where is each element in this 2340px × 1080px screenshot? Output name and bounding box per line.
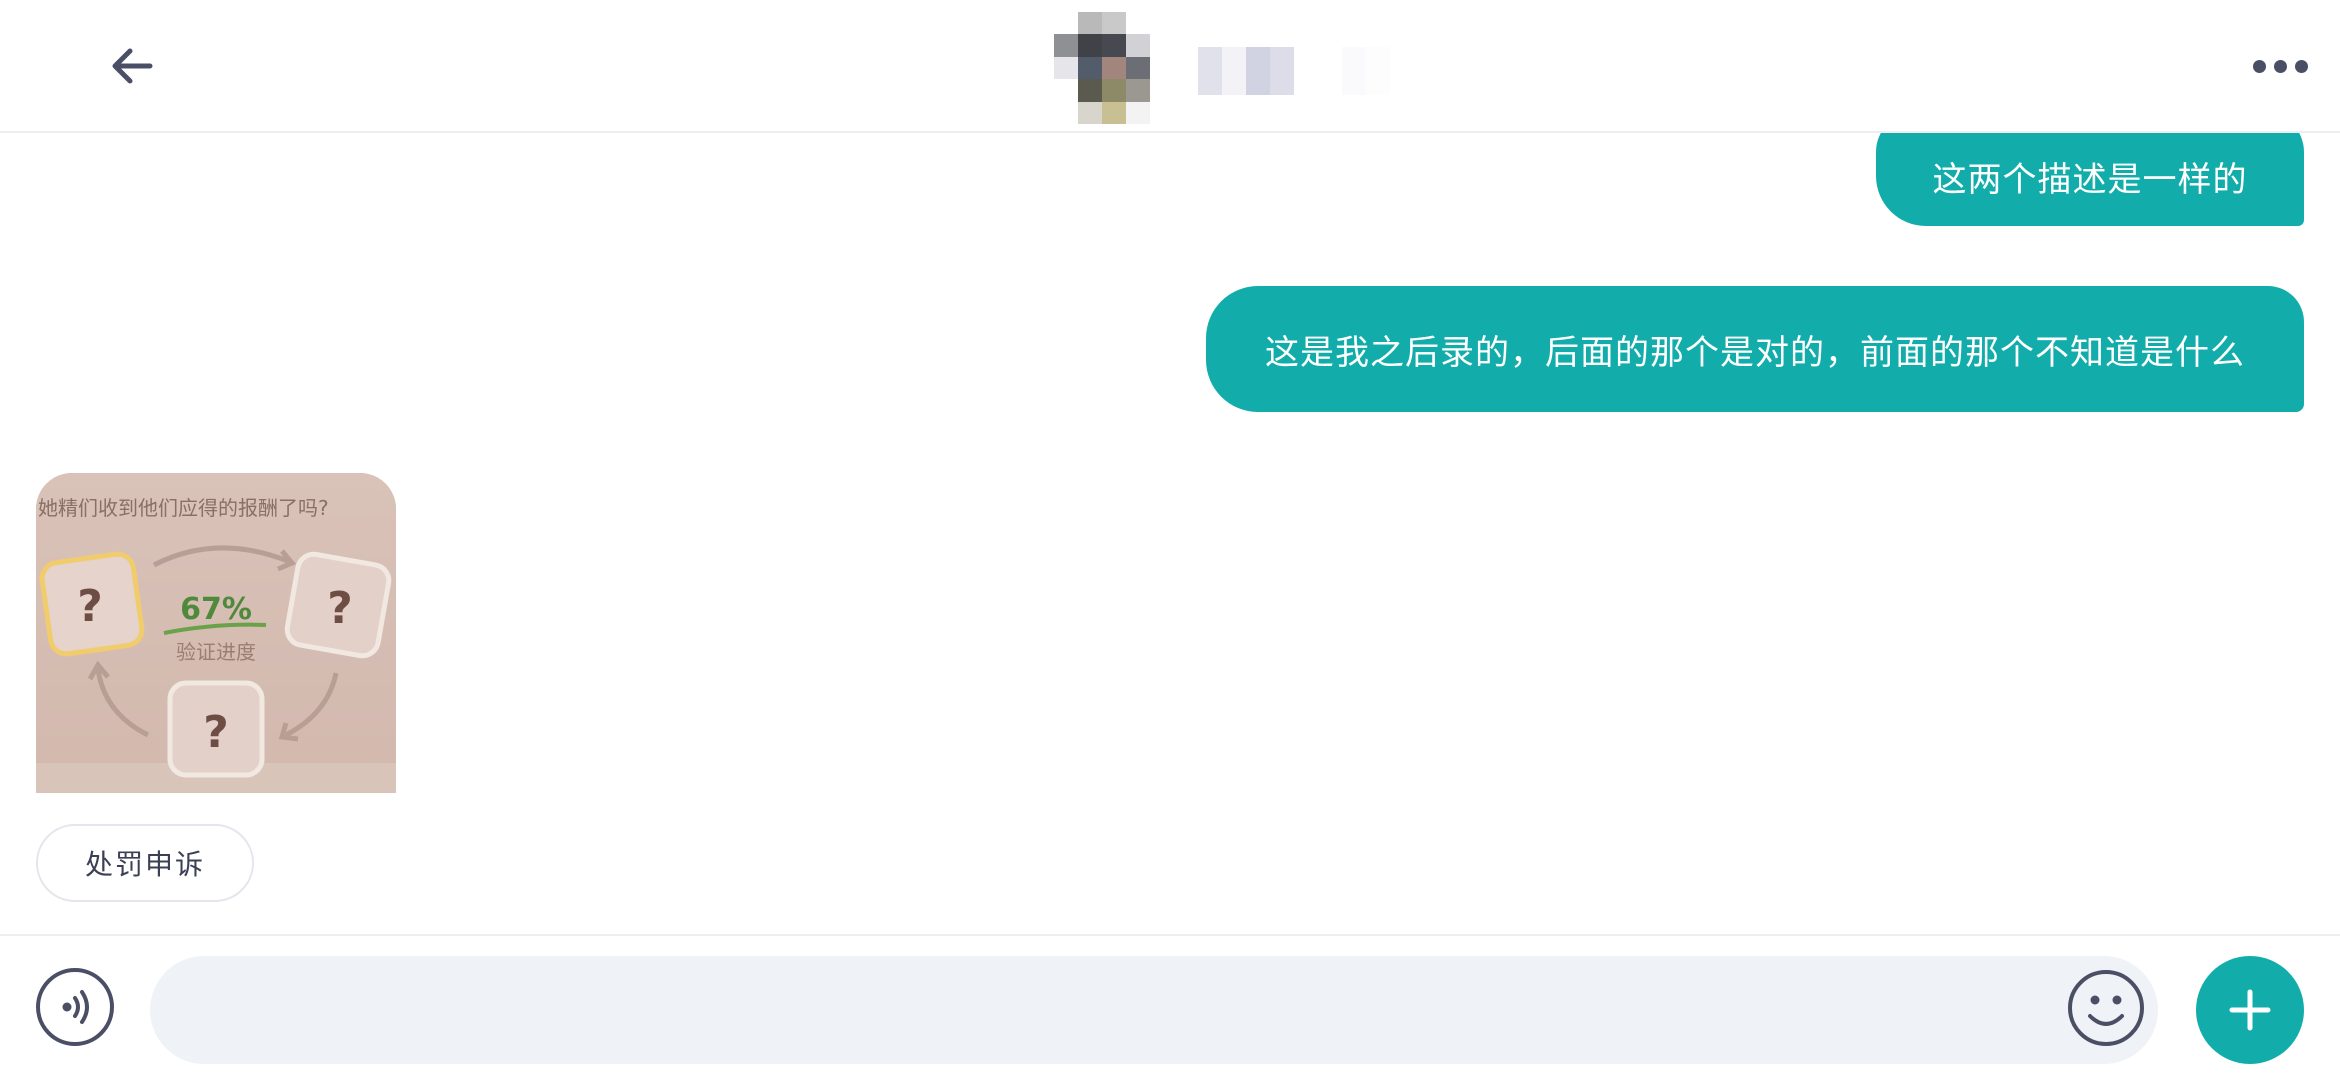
voice-icon	[62, 990, 89, 1024]
svg-text:?: ?	[327, 583, 353, 634]
penalty-appeal-button[interactable]: 处罚申诉	[36, 824, 254, 902]
add-attachment-button[interactable]	[2196, 956, 2304, 1064]
verification-progress-image: 她精们收到他们应得的报酬了吗? ? ? ? 67% 验证进度	[36, 473, 396, 793]
contact-name[interactable]	[1198, 46, 1518, 96]
incoming-image-message[interactable]: 她精们收到他们应得的报酬了吗? ? ? ? 67% 验证进度	[36, 473, 396, 793]
more-options-button[interactable]	[2240, 36, 2320, 96]
blurred-name	[1198, 47, 1390, 95]
image-progress-label: 验证进度	[176, 640, 256, 664]
more-horizontal-icon	[2252, 59, 2266, 73]
chat-header	[0, 0, 2340, 133]
message-input[interactable]	[150, 956, 2158, 1064]
question-card: ?	[167, 680, 265, 778]
more-horizontal-icon	[2294, 59, 2308, 73]
chat-screen: 这两个描述是一样的 这是我之后录的，后面的那个是对的，前面的那个不知道是什么 她…	[0, 0, 2340, 1080]
message-input-bar	[0, 934, 2340, 1080]
back-button[interactable]	[96, 30, 168, 102]
arrow-left-icon	[112, 48, 153, 84]
contact-avatar[interactable]	[1054, 12, 1150, 124]
smiley-icon	[2068, 970, 2144, 1046]
svg-text:?: ?	[77, 581, 103, 632]
plus-icon	[2229, 989, 2271, 1031]
svg-text:?: ?	[203, 707, 229, 758]
question-card: ?	[39, 551, 145, 657]
message-list[interactable]: 这两个描述是一样的 这是我之后录的，后面的那个是对的，前面的那个不知道是什么 她…	[0, 0, 2340, 934]
more-horizontal-icon	[2273, 59, 2287, 73]
image-question-text: 她精们收到他们应得的报酬了吗?	[38, 496, 329, 520]
voice-input-button[interactable]	[36, 968, 114, 1046]
outgoing-message[interactable]: 这是我之后录的，后面的那个是对的，前面的那个不知道是什么	[1206, 286, 2304, 412]
emoji-button[interactable]	[2066, 968, 2146, 1048]
image-progress-text: 67%	[180, 592, 252, 627]
question-card: ?	[284, 551, 392, 659]
